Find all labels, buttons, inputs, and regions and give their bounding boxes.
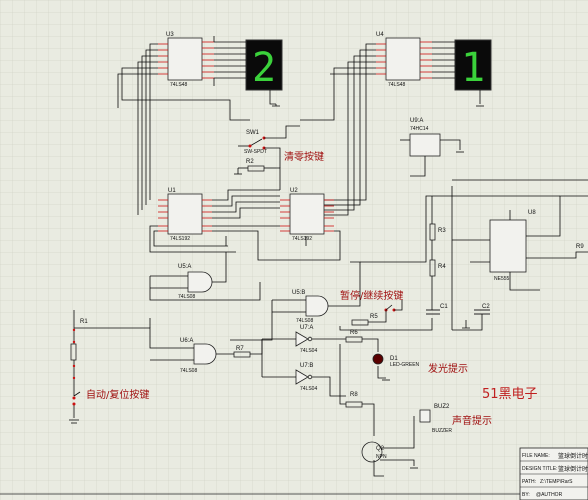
q2-ref: Q2: [376, 446, 385, 452]
chip-u2-part: 74LS192: [292, 236, 312, 242]
r5-ref: R5: [370, 314, 378, 320]
u8-ref: U8: [528, 210, 536, 216]
tb-row1-label: FILE NAME:: [522, 453, 550, 459]
tb-row2-value: 篮球倒计时: [558, 465, 588, 473]
chip-u3[interactable]: U3 74LS48: [166, 32, 203, 88]
u7a-part: 74LS04: [300, 348, 317, 354]
right-digit: 1: [461, 45, 485, 91]
r6-ref: R6: [350, 330, 358, 336]
u8-part: NE555: [494, 276, 510, 282]
buz2-part: BUZZER: [432, 428, 452, 434]
tb-row1-value: 篮球倒计时: [558, 452, 588, 460]
label-clear-key: 清零按键: [284, 150, 324, 163]
label-sound-hint: 声音提示: [452, 414, 492, 427]
chip-u1-ref: U1: [168, 188, 176, 194]
u5a-ref: U5:A: [178, 264, 191, 270]
label-led-hint: 发光提示: [428, 362, 468, 375]
r3-ref: R3: [438, 228, 446, 234]
r8-ref: R8: [350, 392, 358, 398]
u9a-ref: U9:A: [410, 118, 423, 124]
chip-u4-part: 74LS48: [388, 82, 405, 88]
tb-row2-label: DESIGN TITLE:: [522, 466, 557, 472]
chip-u2[interactable]: U2 74LS192: [289, 188, 325, 242]
label-pause-key: 暂停/继续按键: [340, 289, 403, 302]
chip-u3-part: 74LS48: [170, 82, 187, 88]
tb-row3-label: PATH:: [522, 479, 536, 485]
u5a-part: 74LS08: [178, 294, 195, 300]
left-digit: 2: [252, 45, 276, 91]
sw1-ref: SW1: [246, 130, 260, 136]
chip-u2-ref: U2: [290, 188, 298, 194]
buz2-ref: BUZ2: [434, 404, 450, 410]
r9-ref: R9: [576, 244, 584, 250]
u6a-ref: U6:A: [180, 338, 193, 344]
u6a-part: 74LS08: [180, 368, 197, 374]
chip-u1[interactable]: U1 74LS192: [167, 188, 203, 242]
title-block: FILE NAME: 篮球倒计时 DESIGN TITLE: 篮球倒计时 PAT…: [519, 447, 588, 500]
seven-seg-right: 1: [454, 39, 492, 91]
u7b-part: 74LS04: [300, 386, 317, 392]
u7b-ref: U7:B: [300, 363, 313, 369]
r1-ref: R1: [80, 319, 88, 325]
schematic-canvas[interactable]: U3 74LS48 2 U4 74LS48 1 SW1 SW-SPDT 清零按键…: [0, 0, 588, 500]
chip-u1-part: 74LS192: [170, 236, 190, 242]
chip-u4-ref: U4: [376, 32, 384, 38]
u5b-part: 74LS08: [296, 318, 313, 324]
sw1-part: SW-SPDT: [244, 149, 267, 155]
tb-row4-label: BY:: [522, 492, 530, 498]
brand-label: 51黑电子: [482, 387, 538, 402]
seven-seg-left: 2: [245, 39, 283, 91]
r2-ref: R2: [246, 159, 254, 165]
c1-ref: C1: [440, 304, 448, 310]
tb-row4-value: @AUTHOR: [536, 492, 563, 498]
d1-part: LED-GREEN: [390, 362, 420, 368]
u5b-ref: U5:B: [292, 290, 305, 296]
chip-u3-ref: U3: [166, 32, 174, 38]
label-auto-reset-key: 自动/复位按键: [86, 388, 149, 401]
q2-part: NPN: [376, 454, 387, 460]
u7a-ref: U7:A: [300, 325, 313, 331]
r4-ref: R4: [438, 264, 446, 270]
schematic: U3 74LS48 2 U4 74LS48 1 SW1 SW-SPDT 清零按键…: [0, 0, 588, 500]
resistor-r9: R9: [576, 244, 584, 250]
u9a-part: 74HC14: [410, 126, 429, 132]
r7-ref: R7: [236, 346, 244, 352]
tb-row3-value: Z:\TEMP\RarS: [540, 479, 573, 485]
c2-ref: C2: [482, 304, 490, 310]
